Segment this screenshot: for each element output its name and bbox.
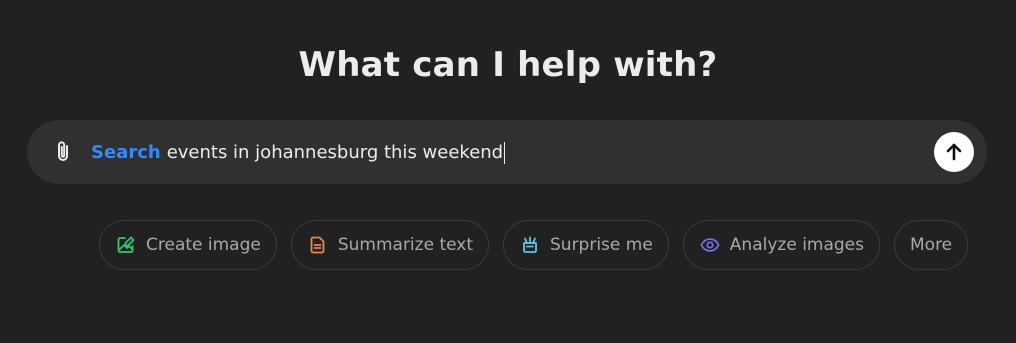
search-tool-tag[interactable]: Search <box>91 140 161 166</box>
chip-label: Surprise me <box>550 235 653 255</box>
text-caret <box>504 142 506 164</box>
summarize-text-button[interactable]: Summarize text <box>290 220 489 270</box>
message-input[interactable]: Search events in johannesburg this weeke… <box>91 140 506 166</box>
surprise-me-button[interactable]: Surprise me <box>503 220 669 270</box>
eye-icon <box>700 235 720 255</box>
create-image-button[interactable]: Create image <box>99 220 277 270</box>
chat-home: What can I help with? Search events in j… <box>0 0 1016 343</box>
chip-label: Analyze images <box>729 235 864 255</box>
more-button[interactable]: More <box>894 220 969 270</box>
document-icon <box>308 235 328 255</box>
arrow-up-icon <box>946 143 962 161</box>
chip-label: Summarize text <box>337 235 473 255</box>
chip-label: Create image <box>146 235 261 255</box>
chip-label: More <box>910 235 953 255</box>
graduation-cap-icon <box>520 235 540 255</box>
send-button[interactable] <box>934 132 974 172</box>
message-input-text: events in johannesburg this weekend <box>166 142 504 163</box>
analyze-images-button[interactable]: Analyze images <box>682 220 880 270</box>
page-title: What can I help with? <box>298 45 718 85</box>
paperclip-icon[interactable] <box>49 138 77 166</box>
suggestion-chips: Create image Summarize text Surprise me … <box>99 220 969 272</box>
message-composer[interactable]: Search events in johannesburg this weeke… <box>27 120 987 184</box>
image-edit-icon <box>116 235 136 255</box>
